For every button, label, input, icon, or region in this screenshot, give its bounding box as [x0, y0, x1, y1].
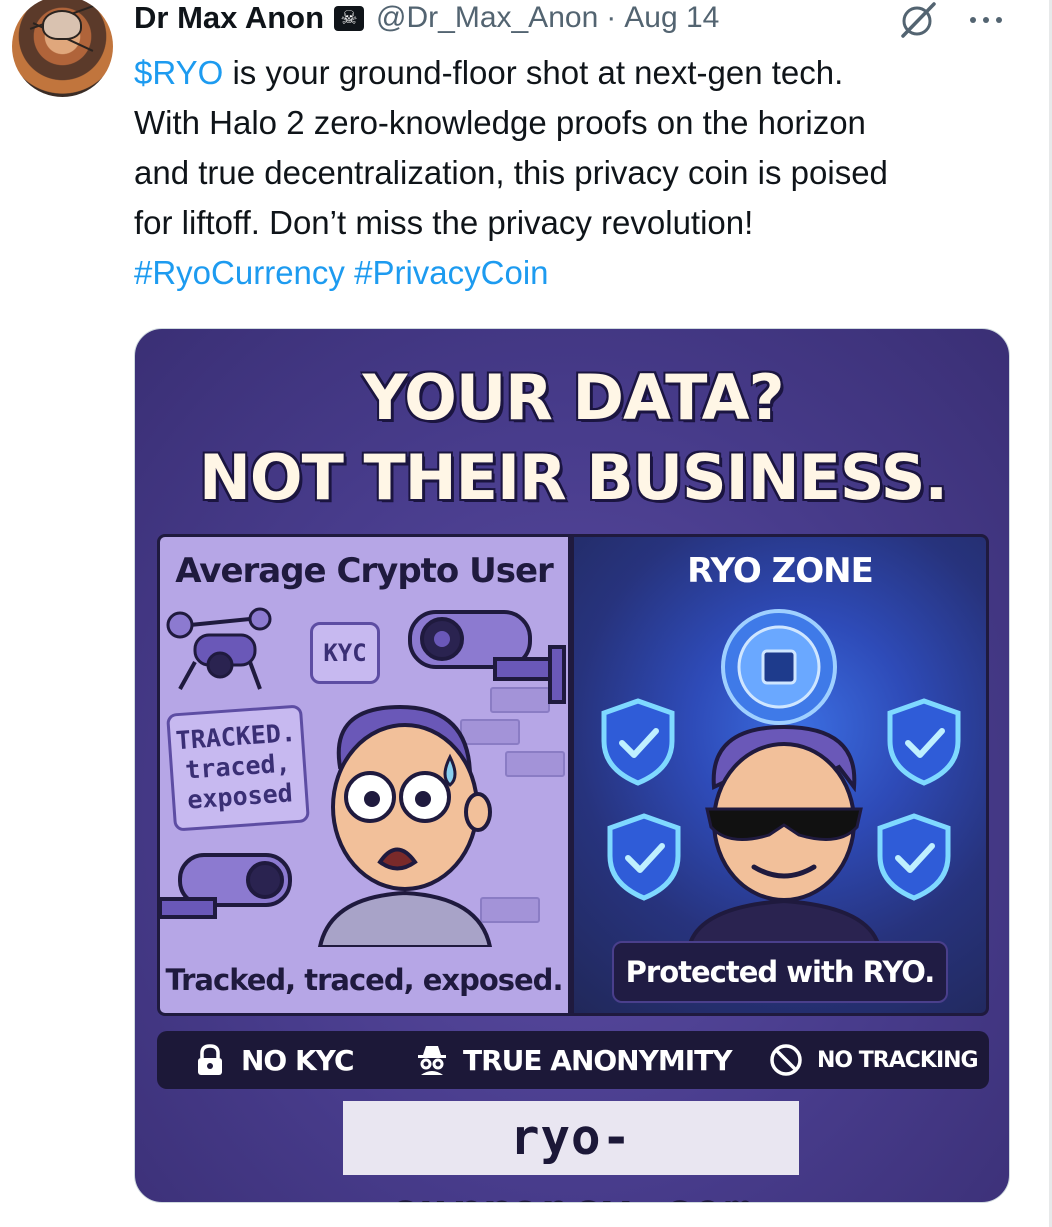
separator: ·	[606, 1, 617, 34]
incognito-spy-icon	[418, 1046, 446, 1075]
tweet-line-1: $RYO is your ground-floor shot at next-g…	[134, 48, 1024, 98]
display-name[interactable]: Dr Max Anon	[134, 0, 324, 36]
hashtag-link[interactable]: #PrivacyCoin	[354, 254, 548, 291]
panel-ryo-zone: RYO ZONE Protected with RYO.	[571, 534, 989, 1016]
feature-no-tracking: NO TRACKING	[769, 1031, 979, 1089]
panel-caption-left: Tracked, traced, exposed.	[165, 963, 564, 997]
poster-subtitle: NOT THEIR BUSINESS.	[198, 441, 948, 514]
tweet: Dr Max Anon ☠ @Dr_Max_Anon · Aug 14 $RYO…	[0, 0, 1052, 1227]
dot	[970, 17, 976, 23]
security-camera-icon	[160, 853, 292, 919]
hashtag-link[interactable]: #RyoCurrency	[134, 254, 345, 291]
website-url: ryo-currency.com	[343, 1101, 799, 1202]
drone-icon	[166, 607, 272, 690]
shield-check-icon	[607, 813, 681, 901]
prohibited-icon	[770, 1044, 802, 1076]
more-dots-icon[interactable]	[966, 4, 1006, 34]
security-camera-icon	[408, 610, 566, 704]
panel-average-user: Average Crypto User KYC TRACKED. traced,…	[157, 534, 571, 1016]
poster-title: YOUR DATA?	[362, 361, 784, 434]
features-bar: NO KYC TRUE ANONYMITY NO TRACKING	[157, 1031, 989, 1089]
panel-heading-left: Average Crypto User	[175, 551, 554, 591]
tweet-header: Dr Max Anon ☠ @Dr_Max_Anon · Aug 14	[134, 0, 719, 36]
tweet-line-2: With Halo 2 zero-knowledge proofs on the…	[134, 104, 866, 141]
avatar[interactable]	[12, 0, 113, 97]
tweet-media-image[interactable]: YOUR DATA? NOT THEIR BUSINESS. Average C…	[134, 328, 1010, 1203]
shield-check-icon	[877, 813, 951, 901]
tweet-date[interactable]: Aug 14	[624, 1, 719, 35]
confident-user-illustration	[689, 724, 879, 947]
tweet-text-segment: is your ground-floor shot at next-gen te…	[223, 54, 844, 91]
feature-label: TRUE ANONYMITY	[463, 1043, 733, 1077]
avatar-detail	[42, 10, 82, 40]
feature-label: NO TRACKING	[817, 1047, 979, 1073]
tweet-line-3: and true decentralization, this privacy …	[134, 154, 888, 191]
dot	[983, 17, 989, 23]
padlock-icon	[198, 1044, 222, 1075]
feature-true-anonymity: TRUE ANONYMITY	[415, 1031, 733, 1089]
tweet-text: $RYO is your ground-floor shot at next-g…	[134, 48, 1024, 298]
shield-check-icon	[887, 698, 961, 786]
tweet-line-5: #RyoCurrency #PrivacyCoin	[134, 248, 1024, 298]
panel-caption-right: Protected with RYO.	[625, 955, 936, 989]
cashtag-link[interactable]: $RYO	[134, 54, 223, 91]
brick-wall	[505, 751, 565, 777]
badge-glyph: ☠	[340, 6, 358, 29]
grok-slash-circle-icon[interactable]	[898, 0, 938, 40]
tweet-line-4: for liftoff. Don’t miss the privacy revo…	[134, 204, 754, 241]
shield-check-icon	[601, 698, 675, 786]
user-handle[interactable]: @Dr_Max_Anon	[376, 1, 598, 35]
panel-heading-right: RYO ZONE	[687, 551, 874, 591]
feature-no-kyc: NO KYC	[193, 1031, 355, 1089]
ryo-coin-icon	[721, 609, 837, 725]
tracked-stamp: TRACKED. traced, exposed	[166, 704, 310, 832]
feature-label: NO KYC	[241, 1043, 355, 1077]
skull-crossbones-icon: ☠	[334, 5, 365, 31]
worried-user-illustration	[317, 704, 493, 947]
kyc-tag: KYC	[310, 622, 380, 684]
dot	[996, 17, 1002, 23]
